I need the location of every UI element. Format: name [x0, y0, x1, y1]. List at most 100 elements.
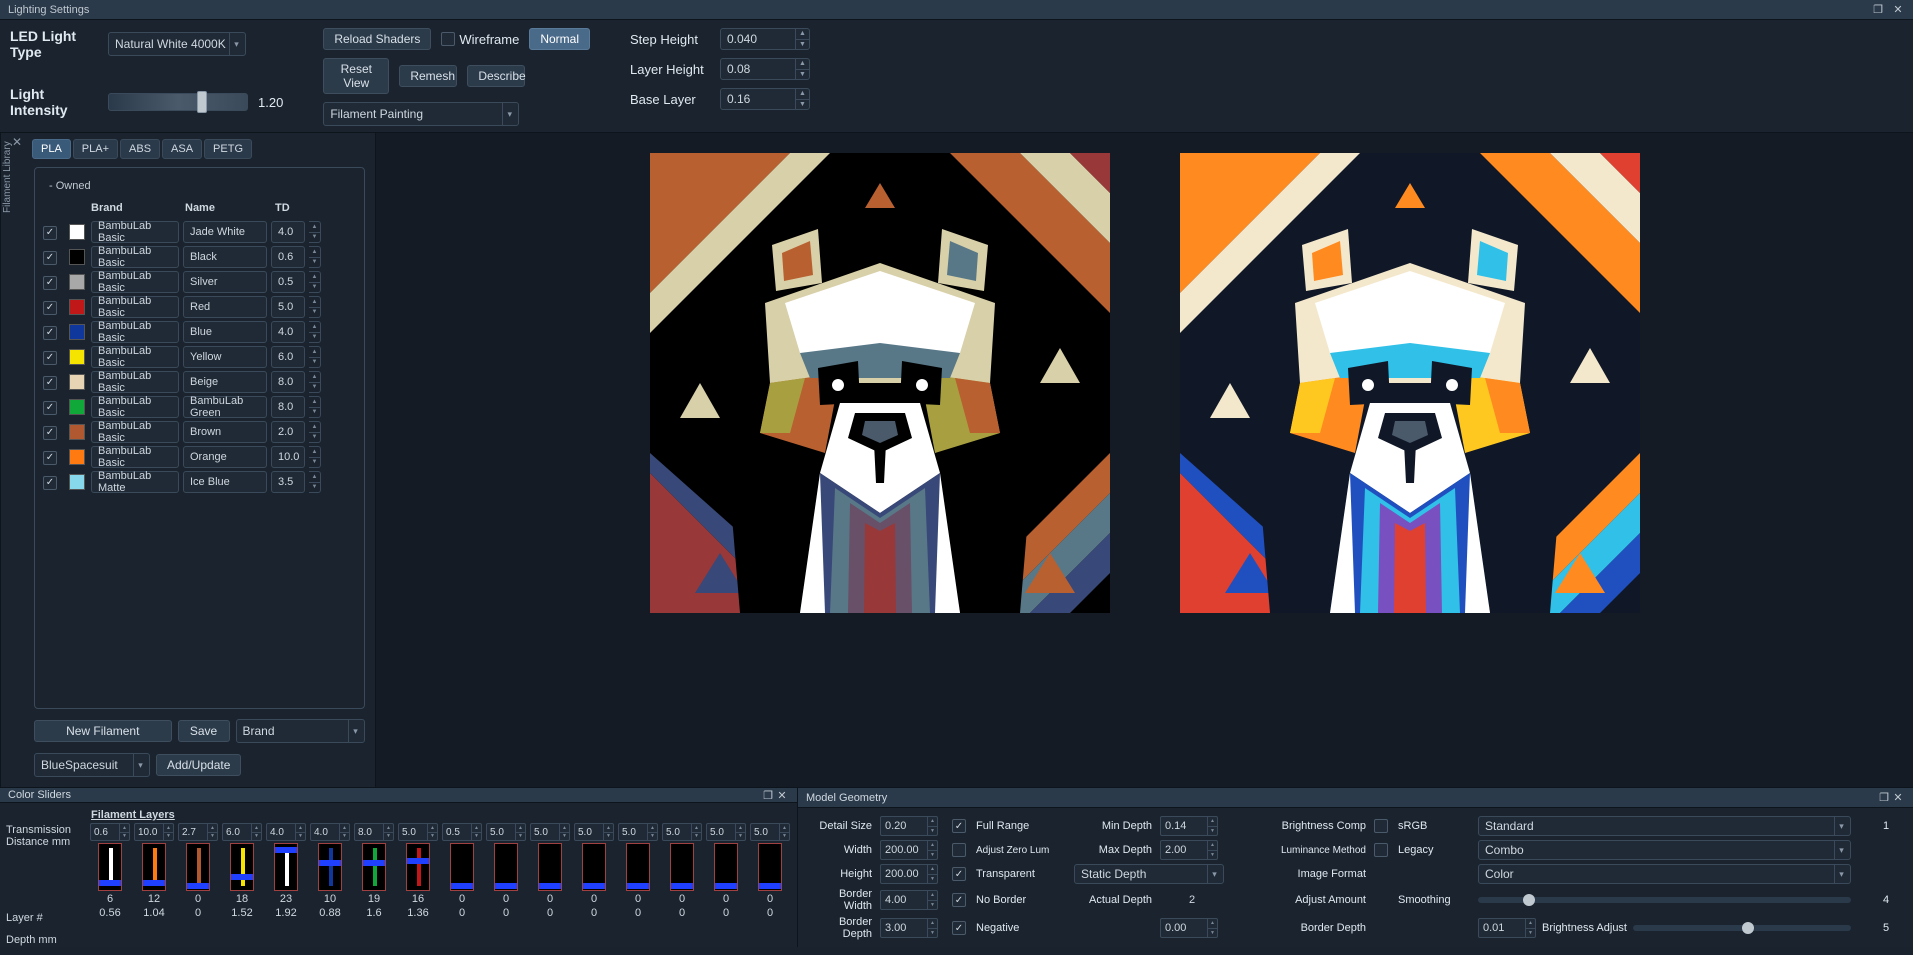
panel-close-icon[interactable]: ✕ — [1891, 791, 1905, 805]
layer-slider[interactable] — [670, 843, 694, 891]
depth-mode-dropdown[interactable]: Static Depth▾ — [1074, 864, 1224, 884]
filament-name[interactable]: Silver — [183, 271, 267, 293]
td-spinner[interactable]: 5.0▲▼ — [750, 823, 790, 841]
td-spinner[interactable]: 2.7▲▼ — [178, 823, 218, 841]
layer-slider[interactable] — [362, 843, 386, 891]
luminance-method-dropdown[interactable]: Combo▾ — [1478, 840, 1851, 860]
td-spinner[interactable]: 5.0▲▼ — [574, 823, 614, 841]
td-spinner[interactable]: 5.0▲▼ — [706, 823, 746, 841]
material-tab-abs[interactable]: ABS — [120, 139, 160, 159]
filament-name[interactable]: BambuLab Green — [183, 396, 267, 418]
filament-td[interactable]: 6.0 — [271, 346, 305, 368]
full-range-checkbox[interactable]: ✓ — [952, 819, 966, 833]
user-dropdown[interactable]: BlueSpacesuit ▾ — [34, 753, 150, 777]
window-restore-icon[interactable]: ❐ — [1871, 3, 1885, 17]
layer-slider[interactable] — [494, 843, 518, 891]
window-close-icon[interactable]: ✕ — [1891, 3, 1905, 17]
smoothing-slider[interactable] — [1478, 897, 1851, 903]
reset-view-button[interactable]: Reset View — [323, 58, 389, 94]
td-spinner[interactable]: ▲▼ — [309, 446, 321, 468]
adjust-zero-checkbox[interactable] — [952, 843, 966, 857]
filament-name[interactable]: Jade White — [183, 221, 267, 243]
material-tab-petg[interactable]: PETG — [204, 139, 252, 159]
td-spinner[interactable]: ▲▼ — [309, 321, 321, 343]
layer-slider[interactable] — [274, 843, 298, 891]
light-intensity-slider[interactable] — [108, 93, 248, 111]
layer-slider[interactable] — [406, 843, 430, 891]
filament-checkbox[interactable]: ✓ — [43, 276, 57, 290]
filament-checkbox[interactable]: ✓ — [43, 251, 57, 265]
filament-brand[interactable]: BambuLab Basic — [91, 446, 179, 468]
material-tab-asa[interactable]: ASA — [162, 139, 202, 159]
filament-brand[interactable]: BambuLab Basic — [91, 396, 179, 418]
color-swatch[interactable] — [69, 424, 85, 440]
filament-name[interactable]: Orange — [183, 446, 267, 468]
td-spinner[interactable]: ▲▼ — [309, 471, 321, 493]
wireframe-checkbox[interactable] — [441, 32, 455, 46]
td-spinner[interactable]: 4.0▲▼ — [266, 823, 306, 841]
border-depth2-spinner[interactable]: 0.01▲▼ — [1478, 918, 1536, 938]
td-spinner[interactable]: ▲▼ — [309, 396, 321, 418]
panel-close-icon[interactable]: ✕ — [775, 788, 789, 802]
close-icon[interactable]: ✕ — [12, 135, 22, 149]
td-spinner[interactable]: 0.5▲▼ — [442, 823, 482, 841]
filament-td[interactable]: 2.0 — [271, 421, 305, 443]
filament-td[interactable]: 10.0 — [271, 446, 305, 468]
td-spinner[interactable]: 5.0▲▼ — [530, 823, 570, 841]
td-spinner[interactable]: 4.0▲▼ — [310, 823, 350, 841]
layer-height-spinner[interactable]: 0.08 ▲▼ — [720, 58, 810, 80]
remesh-button[interactable]: Remesh — [399, 65, 457, 87]
color-swatch[interactable] — [69, 249, 85, 265]
filament-checkbox[interactable]: ✓ — [43, 351, 57, 365]
panel-restore-icon[interactable]: ❐ — [1877, 791, 1891, 805]
detail-size-spinner[interactable]: 0.20▲▼ — [880, 816, 938, 836]
height-spinner[interactable]: 200.00▲▼ — [880, 864, 938, 884]
brightness-adjust-slider[interactable] — [1633, 925, 1851, 931]
border-depth-spinner[interactable]: 3.00▲▼ — [880, 918, 938, 938]
describe-button[interactable]: Describe — [467, 65, 525, 87]
filament-name[interactable]: Ice Blue — [183, 471, 267, 493]
td-spinner[interactable]: 10.0▲▼ — [134, 823, 174, 841]
filament-name[interactable]: Red — [183, 296, 267, 318]
color-swatch[interactable] — [69, 349, 85, 365]
neg-depth-spinner[interactable]: 0.00▲▼ — [1160, 918, 1218, 938]
color-swatch[interactable] — [69, 474, 85, 490]
mode-dropdown[interactable]: Filament Painting ▾ — [323, 102, 519, 126]
reload-shaders-button[interactable]: Reload Shaders — [323, 28, 431, 50]
new-filament-button[interactable]: New Filament — [34, 720, 172, 742]
layer-slider[interactable] — [714, 843, 738, 891]
max-depth-spinner[interactable]: 2.00▲▼ — [1160, 840, 1218, 860]
brand-filter-dropdown[interactable]: Brand ▾ — [236, 719, 366, 743]
negative-checkbox[interactable]: ✓ — [952, 921, 966, 935]
filament-brand[interactable]: BambuLab Basic — [91, 321, 179, 343]
filament-name[interactable]: Brown — [183, 421, 267, 443]
filament-td[interactable]: 3.5 — [271, 471, 305, 493]
filament-td[interactable]: 0.6 — [271, 246, 305, 268]
filament-brand[interactable]: BambuLab Basic — [91, 221, 179, 243]
filament-checkbox[interactable]: ✓ — [43, 401, 57, 415]
td-spinner[interactable]: ▲▼ — [309, 371, 321, 393]
td-spinner[interactable]: 0.6▲▼ — [90, 823, 130, 841]
step-height-spinner[interactable]: 0.040 ▲▼ — [720, 28, 810, 50]
filament-td[interactable]: 8.0 — [271, 371, 305, 393]
filament-brand[interactable]: BambuLab Matte — [91, 471, 179, 493]
layer-slider[interactable] — [98, 843, 122, 891]
brightness-comp-dropdown[interactable]: Standard▾ — [1478, 816, 1851, 836]
filament-td[interactable]: 4.0 — [271, 321, 305, 343]
add-update-button[interactable]: Add/Update — [156, 754, 241, 776]
layer-slider[interactable] — [626, 843, 650, 891]
color-swatch[interactable] — [69, 224, 85, 240]
td-spinner[interactable]: ▲▼ — [309, 221, 321, 243]
panel-restore-icon[interactable]: ❐ — [761, 788, 775, 802]
filament-checkbox[interactable]: ✓ — [43, 476, 57, 490]
td-spinner[interactable]: 5.0▲▼ — [398, 823, 438, 841]
layer-slider[interactable] — [450, 843, 474, 891]
layer-slider[interactable] — [230, 843, 254, 891]
material-tab-pla+[interactable]: PLA+ — [73, 139, 118, 159]
color-swatch[interactable] — [69, 299, 85, 315]
filament-td[interactable]: 5.0 — [271, 296, 305, 318]
td-spinner[interactable]: ▲▼ — [309, 346, 321, 368]
filament-td[interactable]: 4.0 — [271, 221, 305, 243]
filament-checkbox[interactable]: ✓ — [43, 426, 57, 440]
filament-brand[interactable]: BambuLab Basic — [91, 271, 179, 293]
